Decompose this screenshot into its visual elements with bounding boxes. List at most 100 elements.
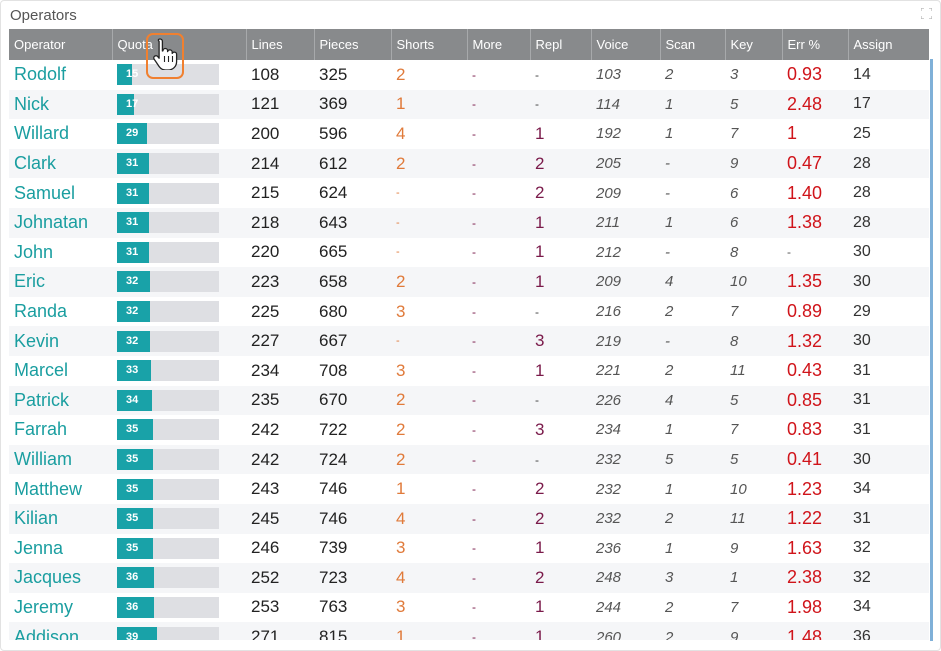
column-header-pieces[interactable]: Pieces — [313, 29, 391, 60]
assign-cell: 17 — [848, 89, 929, 120]
quota-cell: 32 — [112, 326, 246, 356]
operator-name[interactable]: William — [9, 444, 112, 475]
repl-cell: 1 — [535, 123, 545, 143]
operator-name[interactable]: Nick — [9, 89, 112, 120]
column-header-operator[interactable]: Operator — [9, 29, 112, 60]
table-row[interactable]: Randa 32 225 680 3 - - 216 2 7 0.89 29 — [9, 297, 929, 327]
column-header-err[interactable]: Err % — [781, 29, 848, 60]
operator-name[interactable]: Marcel — [9, 356, 112, 386]
table-row[interactable]: Kilian 35 245 746 4-2 232 2 11 1.22 31 — [9, 503, 929, 534]
quota-bar: 35 — [117, 537, 219, 559]
lines-cell: 271 — [246, 622, 314, 640]
table-row[interactable]: Clark 31 214 612 2-2 205-9 0.47 28 — [9, 148, 929, 179]
operator-name[interactable]: Samuel — [9, 178, 112, 208]
shorts-cell: 1 — [391, 89, 467, 120]
assign-cell: 31 — [853, 420, 871, 438]
assign-cell: 34 — [853, 598, 871, 616]
lines-cell: 234 — [251, 360, 280, 380]
shorts-cell: 1 — [391, 622, 467, 640]
operator-name[interactable]: Kevin — [9, 326, 112, 356]
scan-cell: 1 — [660, 89, 725, 120]
err-percent-cell: 1.22 — [782, 503, 848, 534]
err-percent-cell: 1.40 — [787, 182, 823, 203]
repl-cell: 3 — [530, 326, 591, 356]
table-row[interactable]: John 31 220 665 - - 1 212 - 8 - 30 — [9, 238, 929, 268]
column-header-repl[interactable]: Repl — [529, 29, 591, 60]
assign-cell: 31 — [853, 361, 871, 379]
operator-name[interactable]: Matthew — [9, 474, 112, 504]
voice-cell: 248 — [591, 563, 660, 593]
table-row[interactable]: Kevin 32 227 667- -3 219-8 1.32 30 — [9, 326, 929, 356]
table-row[interactable]: Eric 32 223 658 2-1 209 4 10 1.35 30 — [9, 267, 929, 297]
operator-name[interactable]: Willard — [9, 119, 112, 149]
assign-cell: 32 — [848, 563, 929, 593]
operator-name[interactable]: Jacques — [9, 563, 112, 593]
expand-icon[interactable] — [921, 8, 932, 19]
table-row[interactable]: Marcel 33 234 708 3 - 1 221 2 11 0.43 31 — [9, 356, 929, 386]
column-header-lines[interactable]: Lines — [245, 29, 314, 60]
table-row[interactable]: Jenna 35 246 739 3 - 1 236 1 9 1.63 32 — [9, 534, 929, 564]
operator-name[interactable]: Jeremy — [9, 593, 112, 623]
key-cell: 10 — [725, 267, 782, 297]
column-header-key[interactable]: Key — [724, 29, 782, 60]
table-row[interactable]: Jacques 36 252 723 4-2 248 3 1 2.38 32 — [9, 563, 929, 593]
quota-cell: 31 — [112, 238, 246, 268]
shorts-cell: 3 — [396, 597, 406, 617]
lines-cell: 220 — [251, 242, 280, 262]
operator-name[interactable]: Eric — [9, 267, 112, 297]
assign-cell: 14 — [853, 65, 871, 83]
shorts-cell: 2 — [391, 267, 467, 297]
table-row[interactable]: Jeremy 36 253 763 3 - 1 244 2 7 1.98 34 — [9, 593, 929, 623]
pieces-cell: 369 — [314, 89, 391, 120]
operator-name[interactable]: Jenna — [9, 534, 112, 564]
key-cell: 7 — [730, 125, 739, 143]
quota-cell: 31 — [112, 148, 246, 179]
column-header-voice[interactable]: Voice — [590, 29, 660, 60]
voice-cell: 216 — [596, 303, 622, 321]
voice-cell: 232 — [591, 503, 660, 534]
table-row[interactable]: Addison 39 271 815 1-1 260 2 9 1.48 36 — [9, 622, 929, 640]
operator-name[interactable]: Randa — [9, 297, 112, 327]
key-cell: 8 — [725, 326, 782, 356]
shorts-cell: 3 — [396, 360, 406, 380]
operator-name[interactable]: John — [9, 238, 112, 268]
lines-cell: 200 — [251, 123, 280, 143]
operator-name[interactable]: Clark — [9, 148, 112, 179]
table-row[interactable]: Nick 17 121 369 1- -114 1 5 2.48 17 — [9, 89, 929, 120]
table-row[interactable]: Farrah 35 242 722 2 - 3 234 1 7 0.83 31 — [9, 415, 929, 445]
table-row[interactable]: William 35 242 724 2- -232 5 5 0.41 30 — [9, 444, 929, 475]
operator-name[interactable]: Rodolf — [9, 60, 112, 90]
operator-name[interactable]: Addison — [9, 622, 112, 640]
key-cell: 11 — [730, 362, 746, 380]
more-cell: - — [467, 503, 530, 534]
vertical-scrollbar[interactable] — [930, 59, 933, 641]
quota-cell: 39 — [112, 622, 246, 640]
err-percent-cell: 0.85 — [782, 385, 848, 416]
table-row[interactable]: Patrick 34 235 670 2- -226 4 5 0.85 31 — [9, 385, 929, 416]
table-row[interactable]: Samuel 31 215 624 - - 2 209 - 6 1.40 28 — [9, 178, 929, 208]
pieces-cell: 665 — [319, 242, 348, 262]
key-cell: 5 — [725, 444, 782, 475]
scan-cell: 1 — [660, 207, 725, 238]
scan-cell: 1 — [665, 539, 674, 557]
voice-cell: 209 — [591, 267, 660, 297]
column-header-scan[interactable]: Scan — [659, 29, 725, 60]
table-row[interactable]: Willard 29 200 596 4 - 1 192 1 7 1 25 — [9, 119, 929, 149]
operator-name[interactable]: Kilian — [9, 503, 112, 534]
table-row[interactable]: Johnatan 31 218 643- -1 211 1 6 1.38 28 — [9, 207, 929, 238]
key-cell: 9 — [725, 148, 782, 179]
column-header-shorts[interactable]: Shorts — [390, 29, 467, 60]
table-row[interactable]: Matthew 35 243 746 1 - 2 232 1 10 1.23 34 — [9, 474, 929, 504]
column-header-more[interactable]: More — [466, 29, 530, 60]
shorts-cell: 2 — [391, 385, 467, 416]
lines-cell: 214 — [246, 148, 314, 179]
key-cell: 5 — [725, 385, 782, 416]
operator-name[interactable]: Patrick — [9, 385, 112, 416]
column-header-assign[interactable]: Assign — [847, 29, 929, 60]
pieces-cell: 708 — [319, 360, 348, 380]
err-percent-cell: 1.35 — [782, 267, 848, 297]
operator-name[interactable]: Farrah — [9, 415, 112, 445]
err-percent-cell: 2.38 — [782, 563, 848, 593]
operator-name[interactable]: Johnatan — [9, 207, 112, 238]
quota-value: 35 — [126, 423, 139, 436]
